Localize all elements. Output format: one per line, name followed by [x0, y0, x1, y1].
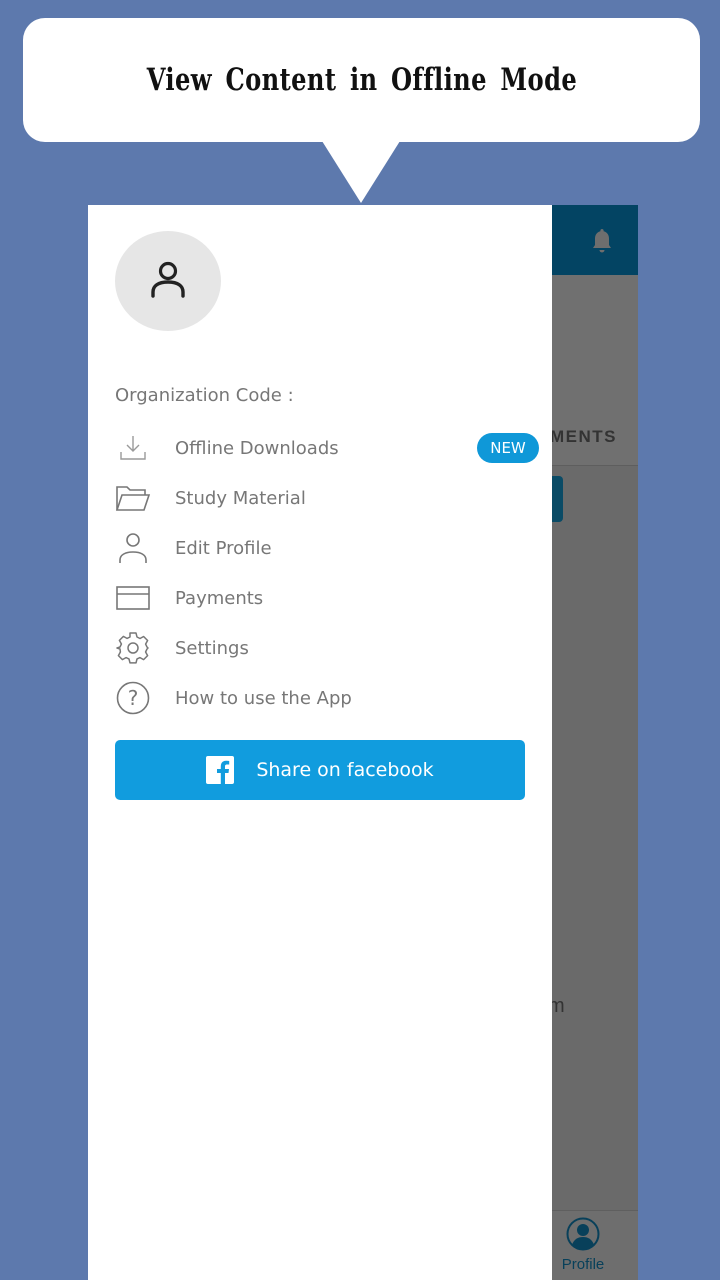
menu-item-edit-profile[interactable]: Edit Profile [115, 523, 541, 573]
share-on-facebook-button[interactable]: Share on facebook [115, 740, 525, 800]
organization-code-label: Organization Code : [115, 385, 294, 406]
profile-nav-icon [566, 1217, 600, 1251]
phone-screen: MENTS m Profile Organization Code : Offl… [88, 205, 638, 1280]
caption-bubble: View Content in Offline Mode [23, 18, 700, 142]
menu-item-study-material[interactable]: Study Material [115, 473, 541, 523]
menu-item-label: Study Material [175, 487, 306, 509]
menu-item-settings[interactable]: Settings [115, 623, 541, 673]
drawer-menu: Offline Downloads NEW Study Material Edi… [115, 423, 541, 723]
menu-item-offline-downloads[interactable]: Offline Downloads NEW [115, 423, 541, 473]
avatar[interactable] [115, 231, 221, 331]
download-icon [120, 436, 146, 460]
svg-text:?: ? [128, 686, 139, 710]
bottom-nav-profile[interactable]: Profile [556, 1217, 610, 1273]
card-icon [116, 586, 150, 610]
navigation-drawer: Organization Code : Offline Downloads NE… [88, 205, 552, 1280]
share-button-label: Share on facebook [256, 759, 434, 781]
background-tab-label[interactable]: MENTS [550, 427, 617, 447]
folder-icon [115, 486, 151, 511]
menu-item-label: Offline Downloads [175, 437, 339, 459]
menu-item-label: Settings [175, 637, 249, 659]
menu-item-label: Edit Profile [175, 537, 272, 559]
profile-nav-label: Profile [561, 1256, 605, 1273]
help-icon: ? [116, 681, 150, 715]
facebook-icon [206, 756, 235, 784]
gear-icon [116, 632, 149, 664]
user-avatar-icon [151, 261, 185, 298]
notification-bell-icon[interactable] [590, 227, 614, 255]
new-badge: NEW [477, 433, 539, 463]
user-icon [119, 533, 147, 563]
menu-item-label: How to use the App [175, 687, 352, 709]
menu-item-label: Payments [175, 587, 264, 609]
caption-title: View Content in Offline Mode [146, 62, 577, 98]
caption-bubble-tail [322, 141, 400, 203]
menu-item-payments[interactable]: Payments [115, 573, 541, 623]
menu-item-how-to-use[interactable]: ? How to use the App [115, 673, 541, 723]
